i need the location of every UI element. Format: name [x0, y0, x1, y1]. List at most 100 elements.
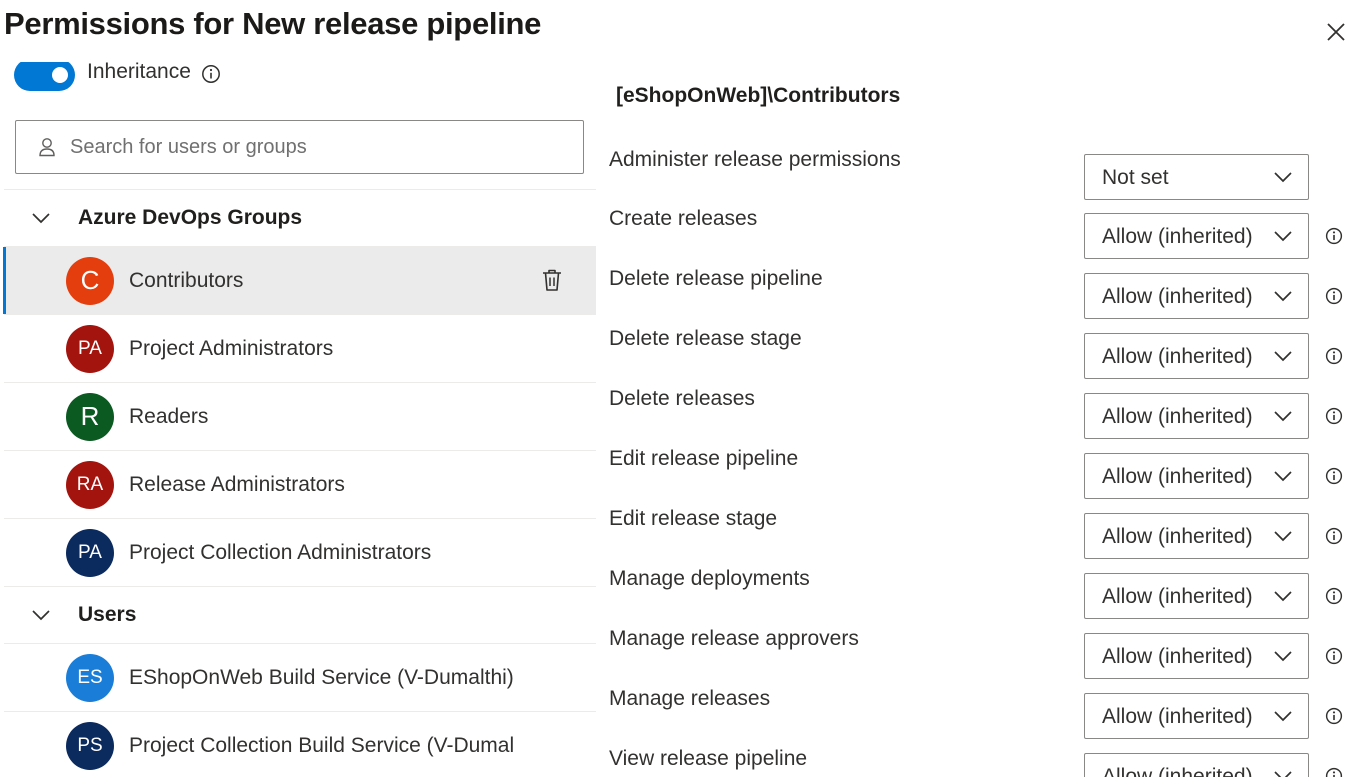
- dropdown-value: Allow (inherited): [1102, 765, 1253, 777]
- list-item-label: Project Administrators: [129, 336, 334, 360]
- permission-row: View release pipeline Allow (inherited): [598, 739, 1356, 777]
- inheritance-toggle[interactable]: [14, 62, 75, 91]
- list-item-readers[interactable]: R Readers: [4, 382, 596, 450]
- list-item-label: Project Collection Build Service (V-Duma…: [129, 733, 515, 757]
- group-header-users[interactable]: Users: [4, 586, 596, 643]
- permission-row: Manage release approvers Allow (inherite…: [598, 619, 1356, 679]
- chevron-down-icon: [1274, 172, 1292, 183]
- permission-dropdown[interactable]: Allow (inherited): [1084, 573, 1309, 619]
- permission-row: Delete release stage Allow (inherited): [598, 319, 1356, 379]
- list-item-label: Release Administrators: [129, 472, 345, 496]
- toggle-knob: [52, 67, 68, 83]
- avatar: PS: [66, 721, 114, 770]
- info-icon[interactable]: [1324, 766, 1344, 777]
- info-icon[interactable]: [1324, 346, 1344, 366]
- dropdown-value: Allow (inherited): [1102, 705, 1253, 728]
- permission-dropdown[interactable]: Allow (inherited): [1084, 513, 1309, 559]
- chevron-down-icon: [32, 610, 50, 621]
- permission-dropdown[interactable]: Allow (inherited): [1084, 753, 1309, 777]
- permission-label: Delete releases: [609, 387, 755, 410]
- permission-dropdown[interactable]: Allow (inherited): [1084, 213, 1309, 259]
- info-icon[interactable]: [1324, 646, 1344, 666]
- person-icon: [39, 138, 55, 157]
- list-item-eshoponweb-build-service[interactable]: ES EShopOnWeb Build Service (V-Dumalthi): [4, 643, 596, 711]
- permission-label: Administer release permissions: [609, 148, 901, 171]
- info-icon[interactable]: [1324, 586, 1344, 606]
- chevron-down-icon: [1274, 771, 1292, 777]
- search-box[interactable]: [15, 120, 584, 174]
- section-title: [eShopOnWeb]\Contributors: [616, 84, 901, 107]
- permission-row: Edit release stage Allow (inherited): [598, 499, 1356, 559]
- info-icon[interactable]: [1324, 706, 1344, 726]
- permission-label: Edit release stage: [609, 507, 778, 530]
- permission-label: Edit release pipeline: [609, 447, 799, 470]
- dropdown-value: Allow (inherited): [1102, 525, 1253, 548]
- info-icon[interactable]: [1324, 526, 1344, 546]
- permission-dropdown[interactable]: Allow (inherited): [1084, 693, 1309, 739]
- permission-dropdown[interactable]: Allow (inherited): [1084, 273, 1309, 319]
- dialog-title: Permissions for New release pipeline: [4, 6, 542, 41]
- group-title: Azure DevOps Groups: [78, 206, 303, 229]
- permission-label: Delete release pipeline: [609, 267, 823, 290]
- avatar: C: [66, 256, 114, 305]
- chevron-down-icon: [1274, 711, 1292, 722]
- info-icon[interactable]: [1324, 466, 1344, 486]
- group-title: Users: [78, 603, 137, 626]
- info-icon[interactable]: [201, 64, 221, 84]
- dropdown-value: Allow (inherited): [1102, 225, 1253, 248]
- chevron-down-icon: [1274, 651, 1292, 662]
- dropdown-value: Not set: [1102, 166, 1169, 189]
- avatar: ES: [66, 653, 114, 702]
- permission-row: Delete release pipeline Allow (inherited…: [598, 259, 1356, 319]
- chevron-down-icon: [1274, 231, 1292, 242]
- permission-dropdown[interactable]: Allow (inherited): [1084, 333, 1309, 379]
- permission-row: Manage deployments Allow (inherited): [598, 559, 1356, 619]
- permission-row: Administer release permissions Not set: [598, 140, 1356, 200]
- close-button[interactable]: [1320, 16, 1352, 48]
- identity-list: Azure DevOps Groups C Contributors PA Pr…: [3, 189, 596, 777]
- dropdown-value: Allow (inherited): [1102, 585, 1253, 608]
- permission-label: Manage release approvers: [609, 627, 859, 650]
- list-item-label: EShopOnWeb Build Service (V-Dumalthi): [129, 665, 514, 689]
- permission-dropdown[interactable]: Allow (inherited): [1084, 393, 1309, 439]
- inheritance-row: Inheritance: [14, 62, 221, 98]
- dropdown-value: Allow (inherited): [1102, 405, 1253, 428]
- dropdown-value: Allow (inherited): [1102, 285, 1253, 308]
- permission-label: Manage releases: [609, 687, 771, 710]
- trash-icon: [543, 269, 561, 291]
- list-item-project-collection-build-service[interactable]: PS Project Collection Build Service (V-D…: [4, 711, 596, 777]
- avatar: PA: [66, 324, 114, 373]
- permission-label: View release pipeline: [609, 747, 808, 770]
- avatar: RA: [66, 460, 114, 509]
- permission-row: Create releases Allow (inherited): [598, 199, 1356, 259]
- chevron-down-icon: [1274, 591, 1292, 602]
- list-item-project-administrators[interactable]: PA Project Administrators: [4, 314, 596, 382]
- chevron-down-icon: [1274, 291, 1292, 302]
- permission-row: Edit release pipeline Allow (inherited): [598, 439, 1356, 499]
- info-icon[interactable]: [1324, 286, 1344, 306]
- avatar: PA: [66, 528, 114, 577]
- permissions-pane: [eShopOnWeb]\Contributors Administer rel…: [598, 62, 1356, 777]
- search-input[interactable]: [70, 135, 550, 159]
- list-item-project-collection-administrators[interactable]: PA Project Collection Administrators: [4, 518, 596, 586]
- permission-dropdown[interactable]: Allow (inherited): [1084, 633, 1309, 679]
- permission-dropdown[interactable]: Allow (inherited): [1084, 453, 1309, 499]
- chevron-down-icon: [1274, 531, 1292, 542]
- chevron-down-icon: [1274, 471, 1292, 482]
- permission-row: Delete releases Allow (inherited): [598, 379, 1356, 439]
- dropdown-value: Allow (inherited): [1102, 465, 1253, 488]
- dropdown-value: Allow (inherited): [1102, 645, 1253, 668]
- info-icon[interactable]: [1324, 406, 1344, 426]
- group-header-azure-devops-groups[interactable]: Azure DevOps Groups: [4, 189, 596, 246]
- list-item-label: Contributors: [129, 268, 244, 292]
- chevron-down-icon: [32, 213, 50, 224]
- permission-label: Delete release stage: [609, 327, 802, 350]
- chevron-down-icon: [1274, 351, 1292, 362]
- list-item-label: Readers: [129, 404, 209, 428]
- permission-dropdown[interactable]: Not set: [1084, 154, 1309, 200]
- list-item-contributors[interactable]: C Contributors: [3, 246, 596, 314]
- list-item-release-administrators[interactable]: RA Release Administrators: [4, 450, 596, 518]
- delete-button[interactable]: [540, 267, 564, 293]
- list-item-label: Project Collection Administrators: [129, 540, 432, 564]
- info-icon[interactable]: [1324, 226, 1344, 246]
